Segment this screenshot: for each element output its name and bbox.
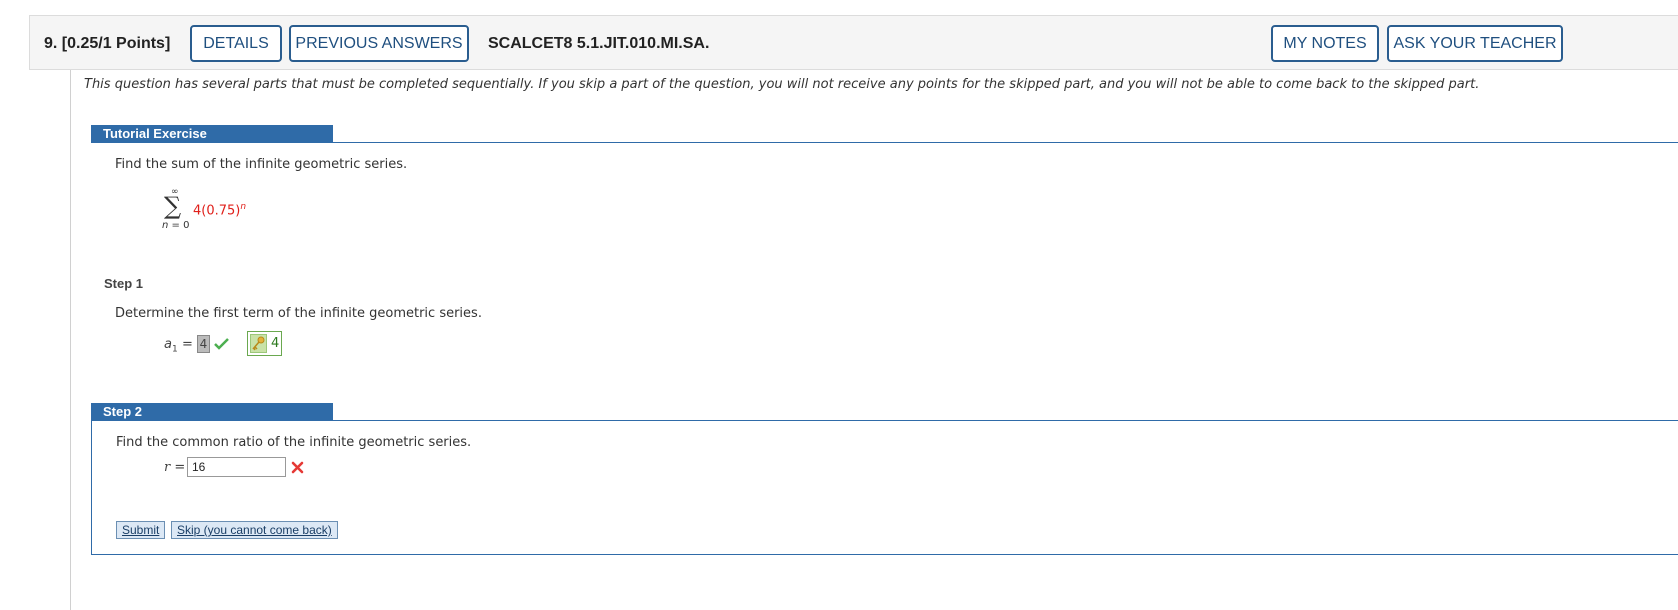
correct-check-icon (214, 338, 229, 350)
step1-answer-box: 4 (197, 335, 210, 353)
step2-tab: Step 2 (91, 403, 333, 420)
step1-variable: a1 (164, 337, 178, 355)
series-expression: 4(0.75)n (193, 202, 247, 219)
question-code: SCALCET8 5.1.JIT.010.MI.SA. (488, 35, 710, 52)
step2-prompt: Find the common ratio of the infinite ge… (116, 435, 472, 450)
my-notes-button[interactable]: MY NOTES (1271, 25, 1379, 62)
correct-answer-value: 4 (271, 336, 280, 351)
common-ratio-input[interactable] (187, 457, 286, 477)
step1-equals: = (182, 337, 193, 352)
key-icon (250, 334, 267, 353)
skip-button[interactable]: Skip (you cannot come back) (171, 521, 338, 539)
tutorial-prompt: Find the sum of the infinite geometric s… (115, 157, 408, 172)
answer-key-box[interactable]: 4 (247, 331, 282, 356)
tutorial-tab-rule (91, 142, 1678, 143)
sum-lower-limit: n = 0 (162, 220, 190, 231)
incorrect-x-icon (291, 461, 304, 474)
tutorial-exercise-tab: Tutorial Exercise (91, 125, 333, 142)
submit-button[interactable]: Submit (116, 521, 166, 539)
sigma-symbol: ∑ (164, 192, 182, 220)
question-header: 9. [0.25/1 Points] DETAILS PREVIOUS ANSW… (29, 15, 1678, 70)
ask-your-teacher-button[interactable]: ASK YOUR TEACHER (1387, 25, 1563, 62)
sequential-notice: This question has several parts that mus… (84, 77, 1480, 92)
details-button[interactable]: DETAILS (190, 25, 282, 62)
step1-prompt: Determine the first term of the infinite… (115, 306, 482, 321)
step1-label: Step 1 (104, 276, 144, 291)
left-divider (70, 70, 71, 610)
previous-answers-button[interactable]: PREVIOUS ANSWERS (289, 25, 469, 62)
question-points: 9. [0.25/1 Points] (44, 35, 171, 52)
step2-variable: r = (164, 460, 186, 475)
